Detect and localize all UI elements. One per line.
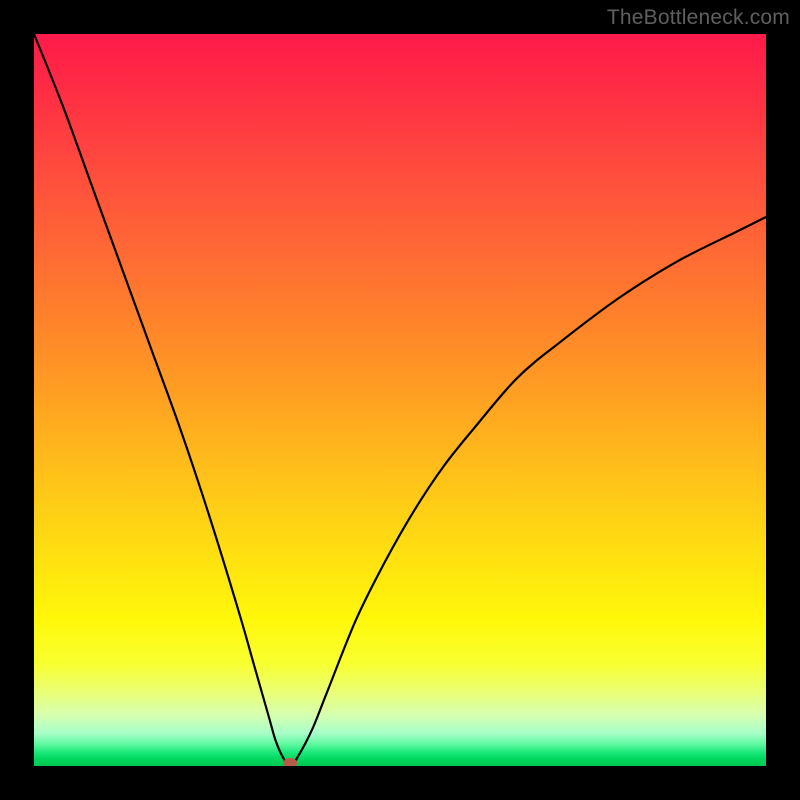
chart-plot-area: [34, 34, 766, 766]
bottleneck-curve: [34, 34, 766, 766]
watermark-text: TheBottleneck.com: [607, 6, 790, 30]
